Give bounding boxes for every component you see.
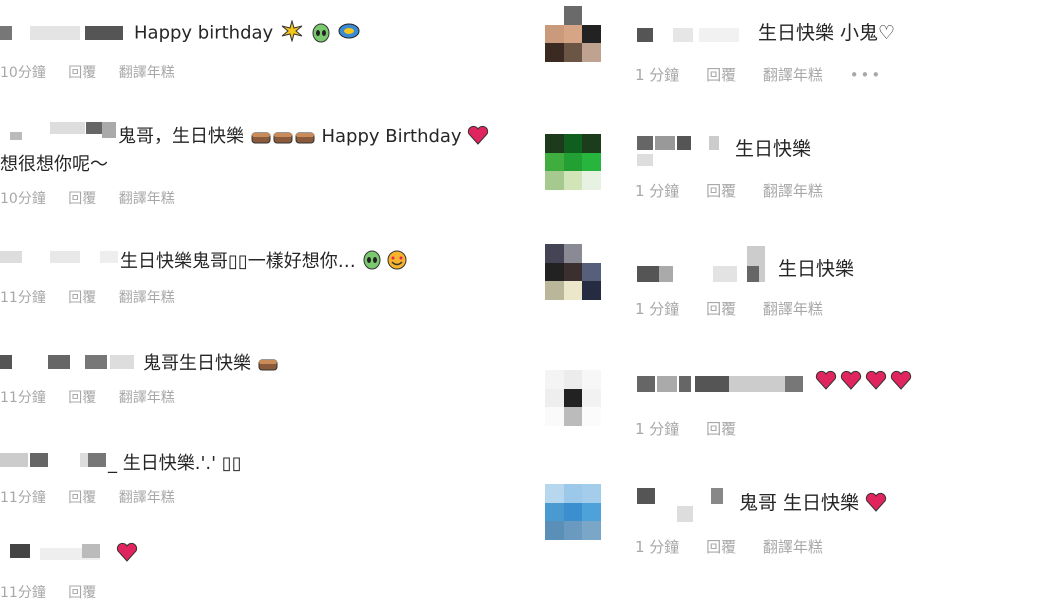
translate-link[interactable]: 翻譯年糕 xyxy=(763,66,823,84)
comment-time: 1 分鐘 xyxy=(635,182,680,200)
reply-link[interactable]: 回覆 xyxy=(706,66,736,84)
reply-link[interactable]: 回覆 xyxy=(68,191,96,207)
translate-link[interactable]: 翻譯年糕 xyxy=(119,490,175,506)
reply-link[interactable]: 回覆 xyxy=(706,420,736,438)
blurred-username[interactable] xyxy=(637,374,817,394)
comment-text-line2: 想很想你呢～ xyxy=(0,154,108,175)
avatar[interactable] xyxy=(545,6,601,62)
blurred-username[interactable] xyxy=(0,122,116,140)
blurred-username[interactable] xyxy=(637,24,755,42)
reply-link[interactable]: 回覆 xyxy=(706,300,736,318)
alien-icon xyxy=(362,250,382,272)
blurred-username[interactable] xyxy=(0,451,110,467)
comment-item: 生日快樂 1 分鐘 回覆 翻譯年糕 xyxy=(545,134,1045,214)
avatar[interactable] xyxy=(545,370,601,426)
blurred-username[interactable] xyxy=(637,246,767,286)
comment-time: 1 分鐘 xyxy=(635,300,680,318)
comment-item: _ 生日快樂.'.' ▯▯ 11分鐘 回覆 翻譯年糕 xyxy=(0,447,520,517)
comment-text: 鬼哥，生日快樂 xyxy=(118,126,244,147)
comment-time: 11分鐘 xyxy=(0,390,46,406)
comment-item: 鬼哥生日快樂 11分鐘 回覆 翻譯年糕 xyxy=(0,347,520,417)
blurred-username[interactable] xyxy=(0,353,140,369)
comment-item: 鬼哥，生日快樂 Happy Birthday 想很想你呢～ 10分鐘 回覆 翻譯… xyxy=(0,118,530,213)
sparkle-icon xyxy=(281,19,303,47)
translate-link[interactable]: 翻譯年糕 xyxy=(119,390,175,406)
comment-text: 鬼哥生日快樂 xyxy=(143,353,251,374)
comment-item: 11分鐘 回覆 xyxy=(0,540,520,601)
reply-link[interactable]: 回覆 xyxy=(68,490,96,506)
comment-text: 生日快樂 xyxy=(735,138,812,160)
translate-link[interactable]: 翻譯年糕 xyxy=(763,300,823,318)
comment-item: 生日快樂 小鬼♡ 1 分鐘 回覆 翻譯年糕 ••• xyxy=(545,6,1045,86)
smiling-face-icon xyxy=(387,250,407,272)
avatar[interactable] xyxy=(545,134,601,190)
heart-icon xyxy=(467,125,492,147)
comment-time: 11分鐘 xyxy=(0,585,46,601)
comment-time: 1 分鐘 xyxy=(635,538,680,556)
cake-icon xyxy=(272,126,294,147)
comment-text: 鬼哥 生日快樂 xyxy=(739,492,860,514)
blurred-username[interactable] xyxy=(0,542,110,562)
cake-icon xyxy=(250,126,272,147)
heart-icon xyxy=(840,370,865,392)
comment-time: 11分鐘 xyxy=(0,290,46,306)
translate-link[interactable]: 翻譯年糕 xyxy=(763,538,823,556)
translate-link[interactable]: 翻譯年糕 xyxy=(119,290,175,306)
translate-link[interactable]: 翻譯年糕 xyxy=(763,182,823,200)
comment-item: 生日快樂 1 分鐘 回覆 翻譯年糕 xyxy=(545,244,1045,324)
comment-text-2: Happy Birthday xyxy=(321,126,462,147)
reply-link[interactable]: 回覆 xyxy=(68,65,96,81)
cake-icon xyxy=(294,126,316,147)
heart-icon xyxy=(865,370,890,392)
comment-time: 11分鐘 xyxy=(0,490,46,506)
comment-item: Happy birthday 10分鐘 回覆 翻譯年糕 xyxy=(0,18,520,88)
reply-link[interactable]: 回覆 xyxy=(68,390,96,406)
comment-item: 生日快樂鬼哥▯▯一樣好想你… 11分鐘 回覆 翻譯年糕 xyxy=(0,245,520,315)
comment-item: 鬼哥 生日快樂 1 分鐘 回覆 翻譯年糕 xyxy=(545,484,1045,564)
comment-text: 生日快樂 xyxy=(778,258,855,280)
reply-link[interactable]: 回覆 xyxy=(706,182,736,200)
comment-time: 10分鐘 xyxy=(0,191,46,207)
comment-item: 1 分鐘 回覆 xyxy=(545,370,1045,450)
comment-time: 1 分鐘 xyxy=(635,66,680,84)
blurred-username[interactable] xyxy=(0,26,125,40)
blurred-username[interactable] xyxy=(637,136,737,166)
reply-link[interactable]: 回覆 xyxy=(706,538,736,556)
reply-link[interactable]: 回覆 xyxy=(68,290,96,306)
translate-link[interactable]: 翻譯年糕 xyxy=(119,191,175,207)
comment-text: 生日快樂 小鬼♡ xyxy=(758,22,896,44)
more-options-button[interactable]: ••• xyxy=(850,66,883,84)
comment-time: 10分鐘 xyxy=(0,65,46,81)
comment-text: _ 生日快樂.'.' ▯▯ xyxy=(108,453,242,474)
blurred-username[interactable] xyxy=(637,486,737,522)
avatar[interactable] xyxy=(545,484,601,540)
heart-icon xyxy=(815,370,840,392)
avatar[interactable] xyxy=(545,244,601,300)
heart-icon xyxy=(865,492,890,514)
reply-link[interactable]: 回覆 xyxy=(68,585,96,601)
heart-icon xyxy=(116,542,141,564)
swirl-icon xyxy=(338,21,360,46)
heart-icon xyxy=(890,370,915,392)
translate-link[interactable]: 翻譯年糕 xyxy=(119,65,175,81)
comment-time: 1 分鐘 xyxy=(635,420,680,438)
comment-text: 生日快樂鬼哥▯▯一樣好想你… xyxy=(120,251,356,272)
blurred-username[interactable] xyxy=(0,249,120,265)
cake-icon xyxy=(257,353,279,374)
comment-text: Happy birthday xyxy=(134,22,274,44)
alien-icon xyxy=(311,23,331,45)
